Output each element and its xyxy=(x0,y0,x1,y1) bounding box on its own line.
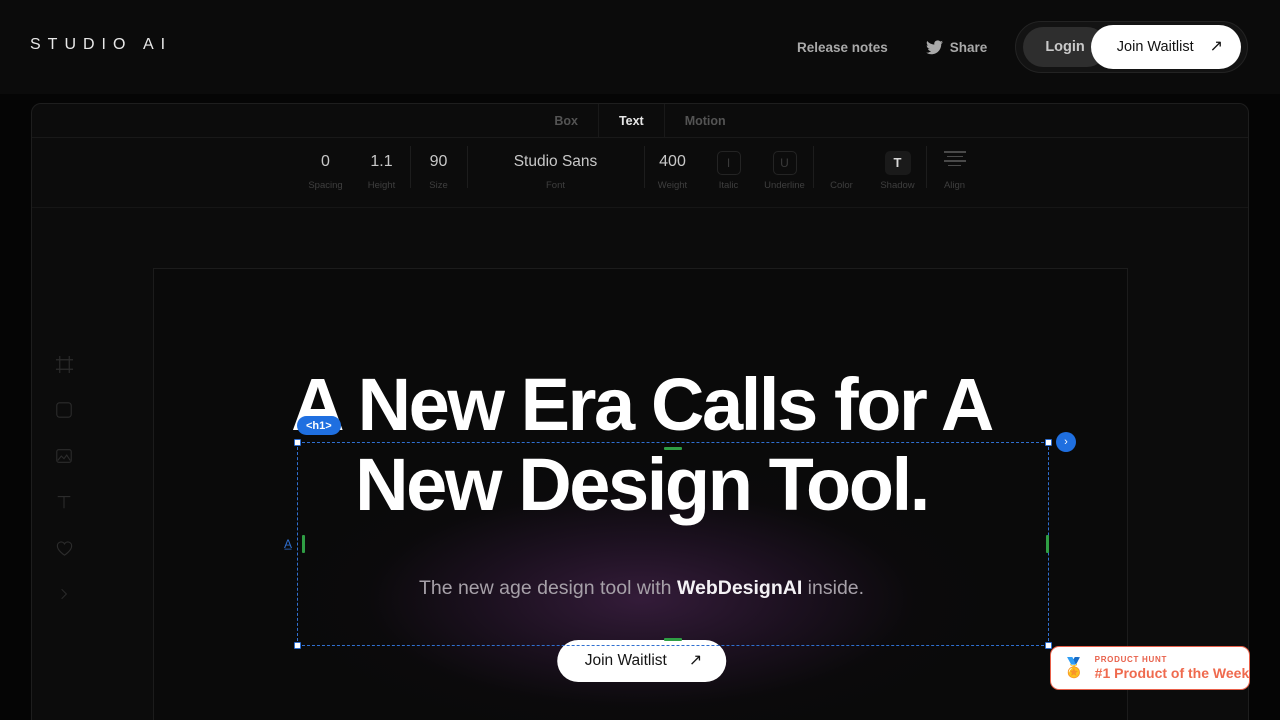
hero-section: A New Era Calls for A New Design Tool. T… xyxy=(154,269,1127,720)
editor-panel: Box Text Motion 0 Spacing 1.1 Height 90 … xyxy=(31,103,1249,720)
share-label: Share xyxy=(949,39,988,55)
design-canvas[interactable]: A New Era Calls for A New Design Tool. T… xyxy=(153,268,1128,720)
prop-color-label: Color xyxy=(830,180,853,191)
property-tabs: Box Text Motion xyxy=(32,104,1248,138)
prop-height[interactable]: 1.1 Height xyxy=(354,138,410,191)
prop-shadow[interactable]: T Shadow xyxy=(870,138,926,191)
prop-align[interactable]: Align xyxy=(927,138,983,191)
prop-shadow-label: Shadow xyxy=(880,180,915,191)
hero-subtitle: The new age design tool with WebDesignAI… xyxy=(252,577,1032,600)
tab-box[interactable]: Box xyxy=(534,104,598,138)
share-link[interactable]: Share xyxy=(925,39,988,55)
product-hunt-kicker: PRODUCT HUNT xyxy=(1094,655,1168,664)
product-hunt-badge[interactable]: 🏅 PRODUCT HUNT #1 Product of the Week xyxy=(1050,646,1250,690)
release-notes-link[interactable]: Release notes xyxy=(797,40,888,55)
hero-headline[interactable]: A New Era Calls for A New Design Tool. xyxy=(257,365,1027,525)
frame-icon[interactable] xyxy=(49,352,79,376)
subtitle-part-2: inside. xyxy=(802,577,865,599)
tool-rail xyxy=(32,208,96,720)
prop-italic-label: Italic xyxy=(718,180,739,191)
image-icon[interactable] xyxy=(49,444,79,468)
line-height-handle-bottom[interactable] xyxy=(664,638,682,641)
hero-join-waitlist-button[interactable]: Join Waitlist ↗ xyxy=(556,640,727,682)
prop-underline-label: Underline xyxy=(764,180,805,191)
letter-spacing-handle-right[interactable] xyxy=(1046,535,1049,553)
prop-italic[interactable]: I Italic xyxy=(701,138,757,191)
prop-spacing-label: Spacing xyxy=(308,180,343,191)
header-nav: Release notes Share Login Join Waitlist … xyxy=(797,21,1248,73)
letter-spacing-handle-left[interactable] xyxy=(302,535,305,553)
prop-color[interactable]: Color xyxy=(814,138,870,191)
prop-font-value: Studio Sans xyxy=(513,153,598,170)
product-hunt-title: #1 Product of the Week xyxy=(1094,665,1250,681)
prop-weight[interactable]: 400 Weight xyxy=(645,138,701,191)
subtitle-brand: WebDesignAI xyxy=(676,577,803,599)
arrow-up-right-icon: ↗ xyxy=(688,652,703,669)
prop-size-value: 90 xyxy=(429,153,448,170)
resize-handle-top-left[interactable] xyxy=(294,439,301,446)
tab-motion[interactable]: Motion xyxy=(665,104,746,138)
shadow-icon: T xyxy=(884,151,911,175)
arrow-up-right-icon: ↗ xyxy=(1209,38,1223,55)
rectangle-icon[interactable] xyxy=(49,398,79,422)
product-hunt-text: PRODUCT HUNT #1 Product of the Week xyxy=(1095,655,1250,681)
join-waitlist-label: Join Waitlist xyxy=(1116,39,1194,55)
prop-underline[interactable]: U Underline xyxy=(757,138,813,191)
line-height-handle-top[interactable] xyxy=(664,447,682,450)
prop-align-label: Align xyxy=(943,180,966,191)
italic-icon: I xyxy=(716,151,741,175)
prop-spacing-value: 0 xyxy=(321,153,330,170)
text-icon[interactable] xyxy=(49,490,79,514)
prop-height-value: 1.1 xyxy=(370,153,393,170)
heart-icon[interactable] xyxy=(49,536,79,560)
next-element-button[interactable]: › xyxy=(1056,432,1076,452)
prop-size-label: Size xyxy=(429,180,448,191)
prop-weight-value: 400 xyxy=(659,153,686,170)
auth-buttons: Login Join Waitlist ↗ xyxy=(1015,21,1248,73)
page-root: STUDIO AI Release notes Share Login Join… xyxy=(0,0,1280,720)
prop-weight-label: Weight xyxy=(657,180,688,191)
site-header: STUDIO AI Release notes Share Login Join… xyxy=(0,0,1280,94)
prop-font[interactable]: Studio Sans Font xyxy=(468,138,644,191)
chevron-right-icon[interactable] xyxy=(49,582,79,606)
prop-size[interactable]: 90 Size xyxy=(411,138,467,191)
prop-font-label: Font xyxy=(545,180,565,191)
element-tag-badge[interactable]: <h1> xyxy=(297,416,341,435)
join-waitlist-button[interactable]: Join Waitlist ↗ xyxy=(1090,25,1241,69)
prop-height-label: Height xyxy=(367,180,396,191)
underline-icon: U xyxy=(772,151,797,175)
subtitle-part-1: The new age design tool with xyxy=(418,577,677,599)
property-toolbar: 0 Spacing 1.1 Height 90 Size Studio Sans… xyxy=(32,138,1248,208)
hero-cta-label: Join Waitlist xyxy=(584,652,667,669)
text-baseline-icon[interactable]: A̲ xyxy=(284,538,292,550)
resize-handle-bottom-left[interactable] xyxy=(294,642,301,649)
twitter-icon xyxy=(925,39,943,54)
align-left-icon xyxy=(943,151,966,166)
prop-spacing[interactable]: 0 Spacing xyxy=(298,138,354,191)
resize-handle-top-right[interactable] xyxy=(1045,439,1052,446)
resize-handle-bottom-right[interactable] xyxy=(1045,642,1052,649)
tab-text[interactable]: Text xyxy=(597,104,665,138)
studio-ai-logo[interactable]: STUDIO AI xyxy=(30,36,172,54)
medal-icon: 🏅 xyxy=(1062,657,1086,679)
